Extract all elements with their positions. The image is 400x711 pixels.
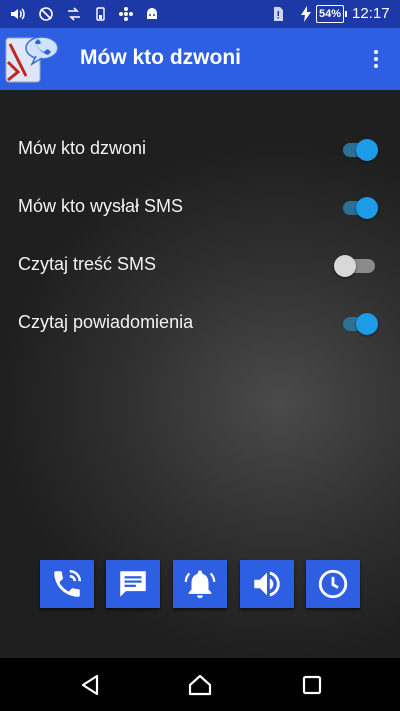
sync-off-icon xyxy=(38,6,54,22)
settings-panel: Mów kto dzwoni Mów kto wysłał SMS Czytaj… xyxy=(0,90,400,658)
clock: 12:17 xyxy=(352,5,390,22)
data-transfer-icon xyxy=(66,6,82,22)
announce-caller-toggle[interactable] xyxy=(340,138,380,162)
recents-icon xyxy=(302,675,322,695)
speaker-icon xyxy=(254,571,280,597)
app-bar: Mów kto dzwoni xyxy=(0,28,400,90)
phone-call-button[interactable] xyxy=(40,560,94,608)
bell-icon xyxy=(184,570,216,599)
sim-alert-icon xyxy=(270,6,286,22)
back-icon xyxy=(81,674,99,696)
setting-row-read-sms[interactable]: Czytaj treść SMS xyxy=(0,238,400,294)
app-title: Mów kto dzwoni xyxy=(80,46,241,69)
android-icon xyxy=(144,6,160,22)
volume-icon xyxy=(10,6,26,22)
schedule-button[interactable] xyxy=(306,560,360,608)
battery-saver-icon xyxy=(92,6,108,22)
switch-thumb xyxy=(356,197,378,219)
setting-row-read-notifications[interactable]: Czytaj powiadomienia xyxy=(0,296,400,352)
setting-label: Mów kto dzwoni xyxy=(18,138,147,158)
overflow-menu-icon[interactable] xyxy=(366,44,386,74)
message-button[interactable] xyxy=(106,560,160,608)
home-icon xyxy=(188,674,212,696)
message-icon xyxy=(120,571,146,597)
announce-sms-sender-toggle[interactable] xyxy=(340,196,380,220)
volume-button[interactable] xyxy=(240,560,294,608)
switch-thumb xyxy=(356,139,378,161)
setting-row-announce-caller[interactable]: Mów kto dzwoni xyxy=(0,122,400,178)
home-button[interactable] xyxy=(187,672,213,698)
switch-thumb xyxy=(356,313,378,335)
recents-button[interactable] xyxy=(299,672,325,698)
setting-row-announce-sms-sender[interactable]: Mów kto wysłał SMS xyxy=(0,180,400,236)
setting-label: Czytaj powiadomienia xyxy=(18,312,194,332)
back-button[interactable] xyxy=(77,672,103,698)
bottom-toolbar xyxy=(0,560,400,610)
switch-thumb xyxy=(334,255,356,277)
read-sms-toggle[interactable] xyxy=(334,254,380,278)
screen: 54% 12:17 Mów kto dzwoni Mów kto dzwoni xyxy=(0,0,400,711)
setting-label: Czytaj treść SMS xyxy=(18,254,157,274)
setting-label: Mów kto wysłał SMS xyxy=(18,196,184,216)
read-notifications-toggle[interactable] xyxy=(340,312,380,336)
navigation-bar xyxy=(0,658,400,711)
charging-icon xyxy=(298,6,314,22)
notification-button[interactable] xyxy=(173,560,227,608)
phone-call-icon xyxy=(54,569,82,597)
app-logo-icon xyxy=(4,32,60,86)
clock-icon xyxy=(318,569,348,599)
status-bar: 54% 12:17 xyxy=(0,0,400,28)
battery-level: 54% xyxy=(316,5,348,23)
network-icon xyxy=(118,6,134,22)
